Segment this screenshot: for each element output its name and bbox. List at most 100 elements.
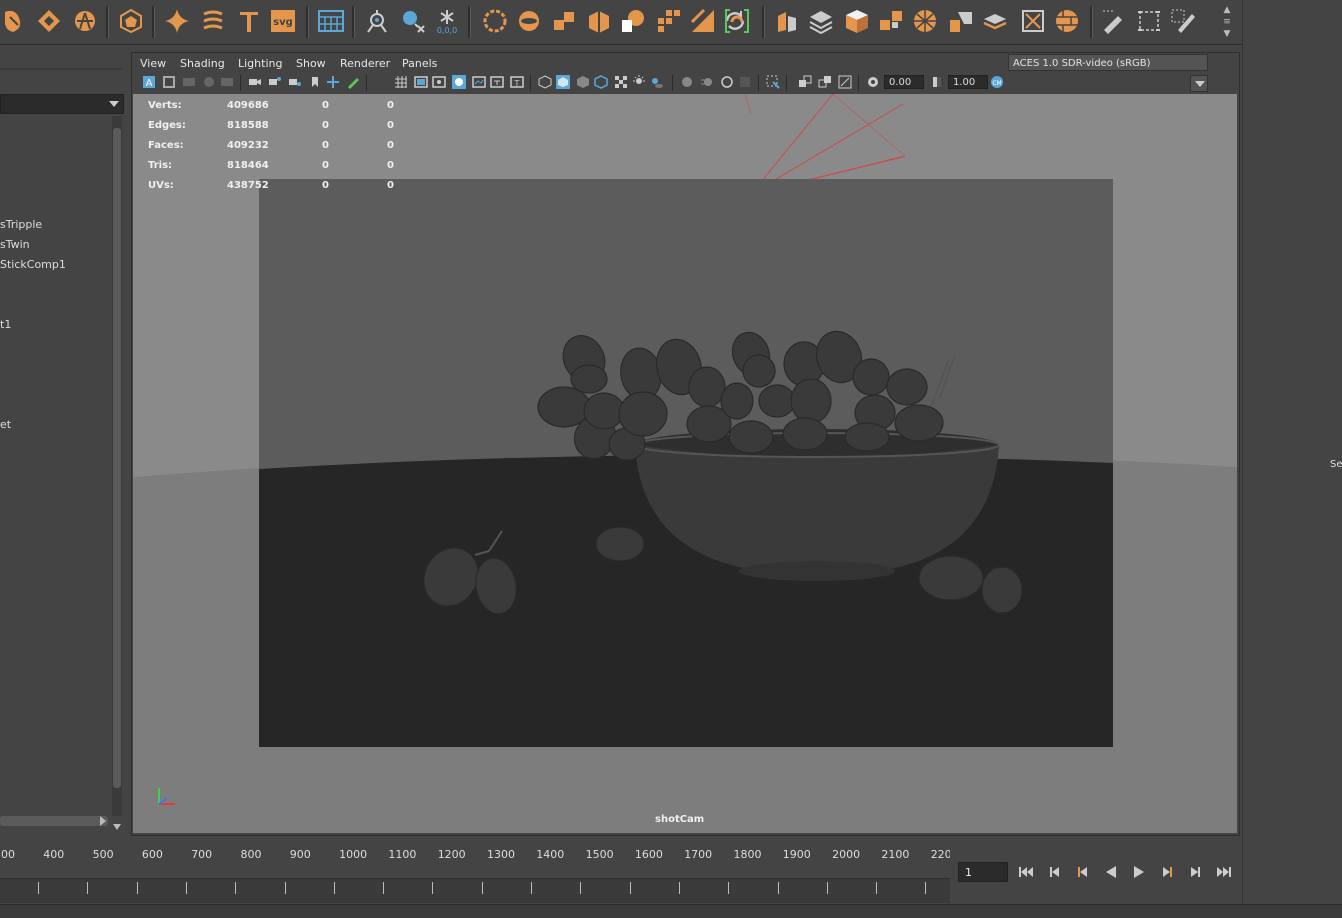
frame-select-icon[interactable] (1020, 8, 1046, 34)
ambient-occlusion-icon[interactable] (680, 75, 694, 89)
paint-grid-icon[interactable] (1170, 8, 1196, 34)
cube-icon[interactable] (844, 8, 870, 34)
polyhedron-icon[interactable] (118, 8, 144, 34)
lights-icon[interactable] (632, 75, 646, 89)
shadows-icon[interactable] (650, 75, 664, 89)
outliner-item[interactable]: t1 (0, 318, 11, 331)
lasso-circle-icon[interactable] (482, 8, 508, 34)
select-bracket-icon[interactable] (724, 8, 750, 34)
time-track[interactable] (0, 878, 950, 903)
bookmark-flag-icon[interactable] (308, 75, 322, 89)
isolate-select-icon[interactable] (766, 75, 780, 89)
textured-icon[interactable] (594, 75, 608, 89)
outliner-item[interactable]: sTripple (0, 218, 42, 231)
boolean-shape-icon[interactable] (620, 8, 646, 34)
prev-key-icon[interactable] (1074, 864, 1092, 880)
xray-icon[interactable] (798, 75, 812, 89)
xray-active-icon[interactable] (838, 75, 852, 89)
scroll-down-icon[interactable]: ▼ (1220, 28, 1234, 40)
play-forward-icon[interactable] (1130, 864, 1148, 880)
sculpt-brush-icon[interactable] (2, 8, 28, 34)
film-gate-icon[interactable] (414, 75, 428, 89)
scroll-up-icon[interactable]: ▲ (1220, 4, 1234, 16)
grid-icon[interactable] (394, 75, 408, 89)
grease-pencil-icon[interactable] (220, 75, 234, 89)
select-camera-icon[interactable]: A (142, 75, 156, 89)
time-slider[interactable]: 300 400 500 600 700 800 900 1000 1100 1200 1300 140… (0, 838, 976, 904)
step-forward-icon[interactable] (1186, 864, 1204, 880)
play-backward-icon[interactable] (1102, 864, 1120, 880)
brick-ball-icon[interactable] (1054, 8, 1080, 34)
safe-title-icon[interactable]: T (510, 75, 524, 89)
gamma-icon[interactable] (930, 75, 944, 89)
go-to-end-icon[interactable] (1214, 864, 1232, 880)
uv-grid-icon[interactable] (318, 8, 344, 34)
layers-stack-icon[interactable] (808, 8, 834, 34)
grease-pen-icon[interactable] (346, 75, 360, 89)
xray-joints-icon[interactable] (818, 75, 832, 89)
gate-mask-icon[interactable] (452, 75, 466, 89)
outliner-horizontal-scrollbar[interactable] (0, 816, 108, 826)
menu-show[interactable]: Show (296, 57, 326, 70)
rounded-shape-icon[interactable] (72, 8, 98, 34)
extrude-box-icon[interactable] (586, 8, 612, 34)
default-material-icon[interactable] (576, 75, 590, 89)
motion-blur-icon[interactable] (700, 75, 714, 89)
color-management-icon[interactable]: CM (990, 75, 1004, 89)
svg-tool-icon[interactable]: svg (270, 8, 296, 34)
shift-cube-icon[interactable] (948, 8, 974, 34)
menu-panels[interactable]: Panels (402, 57, 437, 70)
coordinates-snowflake-icon[interactable]: 0,0,0 (434, 8, 460, 34)
wireframe-icon[interactable] (538, 75, 552, 89)
text-tool-icon[interactable] (236, 8, 262, 34)
menu-shading[interactable]: Shading (180, 57, 225, 70)
scroll-menu-icon[interactable]: ≡ (1220, 16, 1234, 28)
chevron-down-icon[interactable] (1190, 75, 1208, 92)
combine-cubes-icon[interactable] (552, 8, 578, 34)
sphere-grid-icon[interactable] (912, 8, 938, 34)
camera-key-icon[interactable] (288, 75, 302, 89)
exposure-icon[interactable] (866, 75, 880, 89)
shelf-scroll-buttons[interactable]: ▲ ≡ ▼ (1220, 4, 1234, 40)
sparkle-star-icon[interactable] (164, 8, 190, 34)
camera-lock-icon[interactable] (268, 75, 282, 89)
search-locator-icon[interactable] (400, 8, 426, 34)
resolution-gate-icon[interactable] (432, 75, 446, 89)
smooth-shade-icon[interactable] (556, 75, 570, 89)
bevel-ring-icon[interactable] (516, 8, 542, 34)
step-back-icon[interactable] (1046, 864, 1064, 880)
menu-view[interactable]: View (140, 57, 166, 70)
outliner-item[interactable]: et (0, 418, 11, 431)
colorspace-dropdown[interactable]: ACES 1.0 SDR-video (sRGB) (1008, 54, 1208, 71)
plane-stack-icon[interactable] (982, 8, 1008, 34)
depth-of-field-icon[interactable] (738, 75, 752, 89)
2d-pan-zoom-icon[interactable] (326, 75, 340, 89)
scroll-right-icon[interactable] (100, 816, 106, 826)
next-key-icon[interactable] (1158, 864, 1176, 880)
anti-aliasing-icon[interactable] (720, 75, 734, 89)
menu-lighting[interactable]: Lighting (238, 57, 282, 70)
outliner-item[interactable]: StickComp1 (0, 258, 66, 271)
scrollbar-thumb[interactable] (113, 128, 121, 788)
outliner-filter-dropdown[interactable] (0, 94, 124, 114)
bridge-icon[interactable] (690, 8, 716, 34)
gamma-field[interactable]: 1.00 (948, 75, 988, 89)
diamond-icon[interactable] (36, 8, 62, 34)
pencil-edit-icon[interactable] (1100, 8, 1126, 34)
camera-icon[interactable] (248, 75, 262, 89)
bookmark-icon[interactable] (182, 75, 196, 89)
image-plane-icon[interactable] (202, 75, 216, 89)
cube-slice-icon[interactable] (774, 8, 800, 34)
outliner-item[interactable]: sTwin (0, 238, 30, 251)
current-frame-field[interactable]: 1 (958, 862, 1008, 882)
exposure-field[interactable]: 0.00 (884, 75, 924, 89)
go-to-start-icon[interactable] (1018, 864, 1036, 880)
camera-attributes-icon[interactable] (162, 75, 176, 89)
frame-box-icon[interactable] (1136, 8, 1162, 34)
menu-renderer[interactable]: Renderer (340, 57, 390, 70)
cube-split-icon[interactable] (878, 8, 904, 34)
pivot-tool-icon[interactable] (364, 8, 390, 34)
scroll-down-icon[interactable] (113, 824, 121, 830)
grid-layers-icon[interactable] (656, 8, 682, 34)
text-path-icon[interactable] (200, 8, 226, 34)
